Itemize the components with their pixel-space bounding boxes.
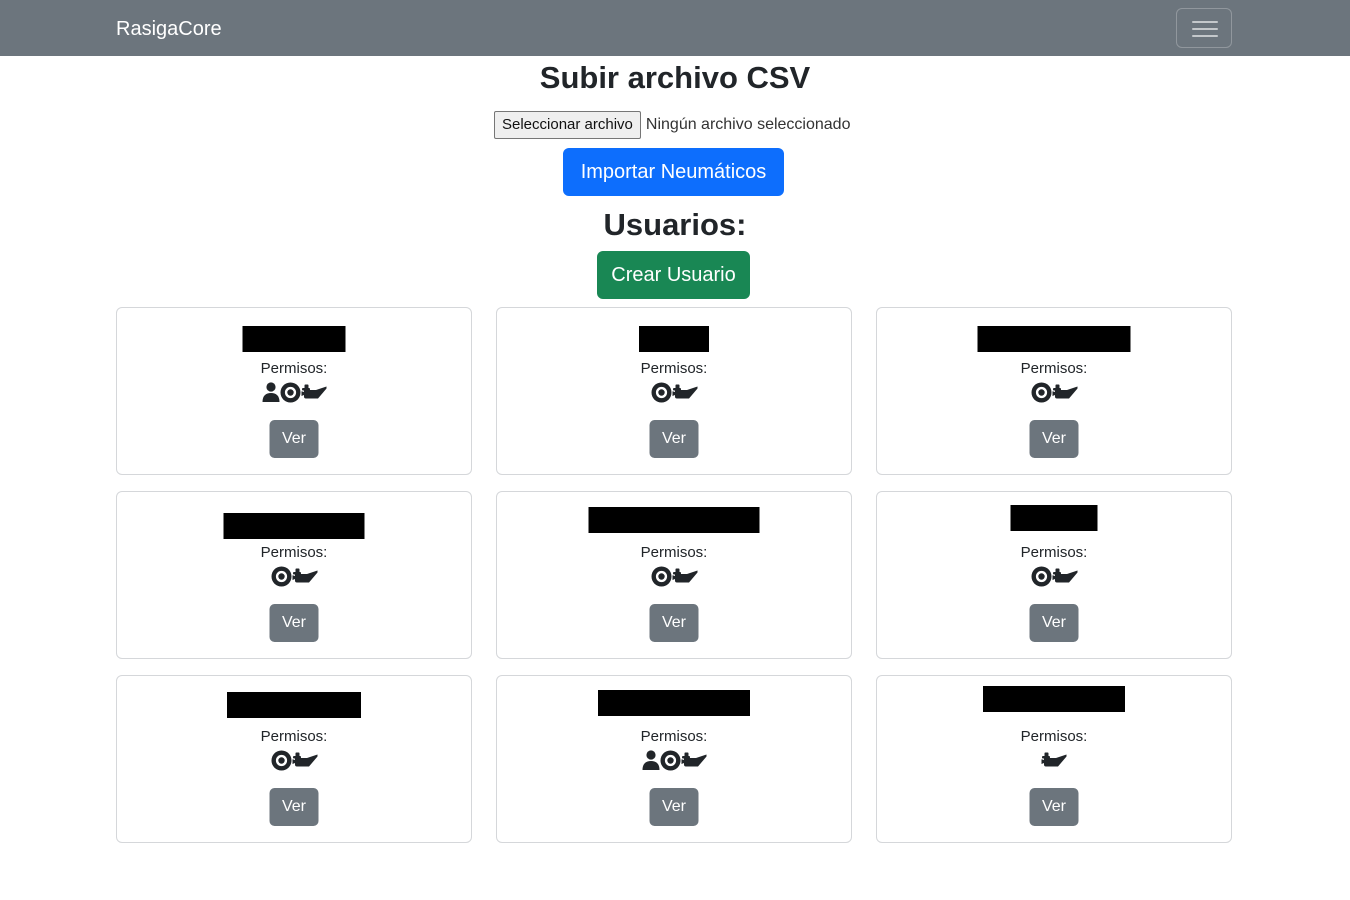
view-user-button[interactable]: Ver (1029, 788, 1079, 826)
navbar: RasigaCore (0, 0, 1350, 56)
view-user-button[interactable]: Ver (649, 604, 699, 642)
user-card: Permisos: Ver (116, 307, 472, 475)
oil-can-icon (1052, 568, 1078, 584)
user-card: Permisos: Ver (876, 491, 1232, 659)
user-card: Permisos: Ver (116, 675, 472, 843)
tire-icon (271, 750, 292, 771)
import-tires-button[interactable]: Importar Neumáticos (563, 148, 784, 196)
tire-icon (651, 566, 672, 587)
oil-can-icon (672, 568, 698, 584)
tire-icon (1031, 566, 1052, 587)
user-name-redacted (977, 326, 1131, 352)
permissions-icons (497, 565, 851, 587)
permissions-icons (117, 749, 471, 771)
permissions-icons (117, 381, 471, 403)
users-title: Usuarios: (603, 207, 747, 242)
permissions-icons (497, 749, 851, 771)
permissions-icons (877, 381, 1231, 403)
user-card: Permisos: Ver (876, 675, 1232, 843)
user-name-redacted (983, 686, 1125, 712)
user-card: Permisos: Ver (876, 307, 1232, 475)
oil-can-icon (1052, 384, 1078, 400)
user-icon (642, 750, 660, 770)
permissions-label: Permisos: (260, 728, 328, 745)
navbar-toggle-button[interactable] (1176, 8, 1232, 48)
user-card: Permisos: Ver (116, 491, 472, 659)
oil-can-icon (681, 752, 707, 768)
view-user-button[interactable]: Ver (649, 420, 699, 458)
tire-icon (651, 382, 672, 403)
tire-icon (271, 566, 292, 587)
brand-link[interactable]: RasigaCore (116, 16, 222, 42)
view-user-button[interactable]: Ver (269, 788, 319, 826)
view-user-button[interactable]: Ver (1029, 604, 1079, 642)
permissions-label: Permisos: (1020, 544, 1088, 561)
user-name-redacted (598, 690, 750, 716)
file-input[interactable]: Seleccionar archivo Ningún archivo selec… (494, 111, 850, 139)
view-user-button[interactable]: Ver (269, 604, 319, 642)
oil-can-icon (1041, 752, 1067, 768)
oil-can-icon (672, 384, 698, 400)
permissions-label: Permisos: (1020, 360, 1088, 377)
oil-can-icon (301, 384, 327, 400)
user-name-redacted (223, 513, 365, 539)
user-card: Permisos: Ver (496, 491, 852, 659)
user-icon (262, 382, 280, 402)
permissions-icons (497, 381, 851, 403)
tire-icon (660, 750, 681, 771)
oil-can-icon (292, 752, 318, 768)
choose-file-button[interactable]: Seleccionar archivo (494, 111, 641, 139)
oil-can-icon (292, 568, 318, 584)
user-card: Permisos: Ver (496, 307, 852, 475)
user-name-redacted (639, 326, 709, 352)
user-name-redacted (242, 326, 346, 352)
view-user-button[interactable]: Ver (269, 420, 319, 458)
file-status-text: Ningún archivo seleccionado (645, 116, 851, 133)
create-user-button[interactable]: Crear Usuario (597, 251, 750, 299)
tire-icon (1031, 382, 1052, 403)
tire-icon (280, 382, 301, 403)
permissions-label: Permisos: (260, 360, 328, 377)
user-name-redacted (588, 507, 760, 533)
permissions-label: Permisos: (640, 728, 708, 745)
permissions-label: Permisos: (260, 544, 328, 561)
view-user-button[interactable]: Ver (1029, 420, 1079, 458)
permissions-icons (877, 565, 1231, 587)
upload-title: Subir archivo CSV (539, 60, 811, 95)
permissions-icons (877, 749, 1231, 771)
user-card: Permisos: Ver (496, 675, 852, 843)
hamburger-icon (1192, 21, 1218, 23)
permissions-label: Permisos: (640, 544, 708, 561)
user-name-redacted (227, 692, 361, 718)
permissions-label: Permisos: (1020, 728, 1088, 745)
permissions-icons (117, 565, 471, 587)
user-name-redacted (1010, 505, 1098, 531)
view-user-button[interactable]: Ver (649, 788, 699, 826)
permissions-label: Permisos: (640, 360, 708, 377)
